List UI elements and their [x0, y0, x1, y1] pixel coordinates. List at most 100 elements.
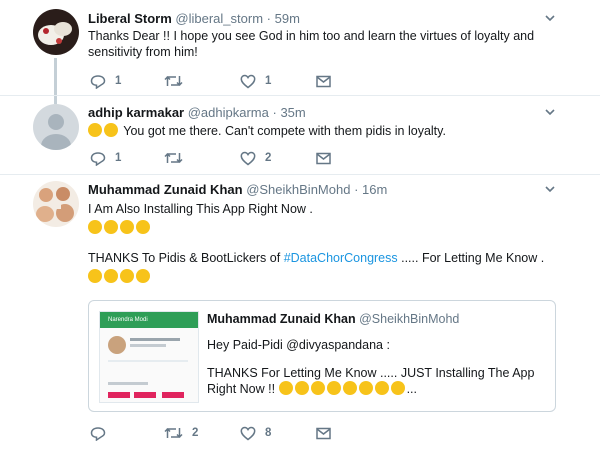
grin-emoji-icon — [326, 381, 341, 395]
separator: · — [354, 182, 359, 197]
quoted-user-handle: @SheikhBinMohd — [359, 312, 460, 326]
quoted-text-line: Right Now !! ... — [207, 381, 547, 397]
thumbnail-app-bar: Narendra Modi — [100, 312, 198, 328]
reply-button[interactable] — [90, 424, 115, 442]
tweet-text-line: I Am Also Installing This App Right Now … — [88, 202, 313, 216]
like-button[interactable]: 8 — [240, 424, 271, 442]
timestamp[interactable]: 59m — [275, 11, 300, 26]
victory-hand-emoji-icon — [104, 220, 118, 234]
reply-button[interactable]: 1 — [90, 149, 121, 167]
reply-count: 1 — [115, 75, 122, 87]
reply-icon — [90, 74, 106, 89]
text-segment: ..... For Letting Me Know . — [397, 251, 545, 265]
tweet-actions: 1 2 — [88, 149, 368, 167]
user-handle[interactable]: @adhipkarma — [188, 105, 269, 120]
thumbnail-avatar — [108, 336, 126, 354]
tweet-text-line: sensitivity from him! — [88, 45, 198, 59]
display-name[interactable]: Liberal Storm — [88, 11, 172, 26]
hashtag-link[interactable]: #DataChorCongress — [284, 251, 398, 265]
tweet-header: Liberal Storm @liberal_storm · 59m — [88, 11, 300, 26]
thumbnail-line — [130, 338, 180, 341]
text-segment: Right Now !! — [207, 382, 276, 396]
like-button[interactable]: 1 — [240, 72, 271, 90]
joy-emoji-icon — [278, 381, 293, 395]
blush-emoji-icon — [120, 269, 134, 283]
retweet-count: 2 — [192, 427, 199, 439]
retweet-button[interactable] — [164, 72, 192, 90]
envelope-icon — [316, 75, 331, 87]
emoji-row — [88, 220, 578, 240]
chevron-down-icon[interactable] — [545, 109, 555, 116]
tweet-text-line: You got me there. Can't compete with the… — [123, 124, 446, 138]
direct-message-button[interactable] — [316, 424, 331, 442]
avatar[interactable] — [33, 9, 79, 55]
joy-emoji-icon — [104, 123, 118, 137]
thumbnail-button — [162, 392, 184, 398]
retweet-button[interactable] — [164, 149, 192, 167]
smile-emoji-icon — [374, 381, 389, 395]
tweet-text: I Am Also Installing This App Right Now … — [88, 201, 578, 289]
display-name[interactable]: Muhammad Zunaid Khan — [88, 182, 243, 197]
reply-icon — [90, 426, 106, 441]
chevron-down-icon[interactable] — [545, 186, 555, 193]
reply-icon — [90, 151, 106, 166]
chevron-down-icon[interactable] — [545, 15, 555, 22]
heart-icon — [240, 74, 256, 88]
envelope-icon — [316, 152, 331, 164]
quoted-tweet-header: Muhammad Zunaid Khan @SheikhBinMohd — [207, 312, 459, 326]
retweet-icon — [164, 427, 183, 439]
thread-line — [54, 96, 57, 104]
laughing-emoji-icon — [104, 269, 118, 283]
retweet-icon — [164, 75, 183, 87]
quoted-display-name: Muhammad Zunaid Khan — [207, 312, 356, 326]
heart-icon — [240, 151, 256, 165]
tweet-text-line: Thanks Dear !! I hope you see God in him… — [88, 29, 535, 43]
quoted-tweet[interactable]: Narendra Modi Muhammad Zunaid Khan @Shei… — [88, 300, 556, 412]
direct-message-button[interactable] — [316, 72, 331, 90]
like-count: 2 — [265, 152, 272, 164]
rofl-emoji-icon — [88, 123, 102, 137]
thumbs-up-emoji-icon — [136, 220, 150, 234]
user-handle[interactable]: @liberal_storm — [175, 11, 263, 26]
thumbnail-button — [134, 392, 156, 398]
thread-line — [54, 58, 57, 95]
tweet-muhammad-zunaid-khan[interactable]: Muhammad Zunaid Khan @SheikhBinMohd · 16… — [0, 175, 600, 450]
retweet-button[interactable]: 2 — [164, 424, 198, 442]
blush-emoji-icon — [136, 269, 150, 283]
victory-hand-emoji-icon — [88, 220, 102, 234]
like-count: 1 — [265, 75, 272, 87]
laughing-emoji-icon — [358, 381, 373, 395]
thumbs-up-emoji-icon — [120, 220, 134, 234]
tweet-adhip-karmakar[interactable]: adhip karmakar @adhipkarma · 35m You got… — [0, 96, 600, 175]
quoted-tweet-text: Hey Paid-Pidi @divyaspandana : THANKS Fo… — [207, 337, 547, 397]
tweet-liberal-storm[interactable]: Liberal Storm @liberal_storm · 59m Thank… — [0, 0, 600, 96]
user-handle[interactable]: @SheikhBinMohd — [246, 182, 350, 197]
text-segment: ... — [406, 382, 417, 396]
tweet-header: adhip karmakar @adhipkarma · 35m — [88, 105, 306, 120]
thumbnail-button — [108, 392, 130, 398]
joy-emoji-icon — [294, 381, 309, 395]
avatar[interactable] — [33, 181, 79, 227]
thumbnail-divider — [108, 360, 188, 362]
tweet-text-line: THANKS To Pidis & BootLickers of #DataCh… — [88, 250, 578, 266]
tweet-text: You got me there. Can't compete with the… — [88, 123, 578, 139]
like-button[interactable]: 2 — [240, 149, 271, 167]
timestamp[interactable]: 35m — [280, 105, 305, 120]
retweet-icon — [164, 152, 183, 164]
timestamp[interactable]: 16m — [362, 182, 387, 197]
quoted-tweet-thumbnail[interactable]: Narendra Modi — [99, 311, 199, 403]
quoted-text-line: THANKS For Letting Me Know ..... JUST In… — [207, 366, 535, 380]
quoted-text-line: Hey Paid-Pidi @divyaspandana : — [207, 338, 390, 352]
tweet-header: Muhammad Zunaid Khan @SheikhBinMohd · 16… — [88, 182, 387, 197]
tweet-actions: 1 1 — [88, 72, 368, 90]
text-segment: THANKS To Pidis & BootLickers of — [88, 251, 284, 265]
direct-message-button[interactable] — [316, 149, 331, 167]
avatar[interactable] — [33, 104, 79, 150]
reply-button[interactable]: 1 — [90, 72, 121, 90]
emoji-row — [88, 269, 578, 289]
heart-icon — [240, 426, 256, 440]
smile-emoji-icon — [390, 381, 405, 395]
thumbnail-line — [108, 382, 148, 385]
display-name[interactable]: adhip karmakar — [88, 105, 184, 120]
thumbnail-line — [130, 344, 166, 347]
